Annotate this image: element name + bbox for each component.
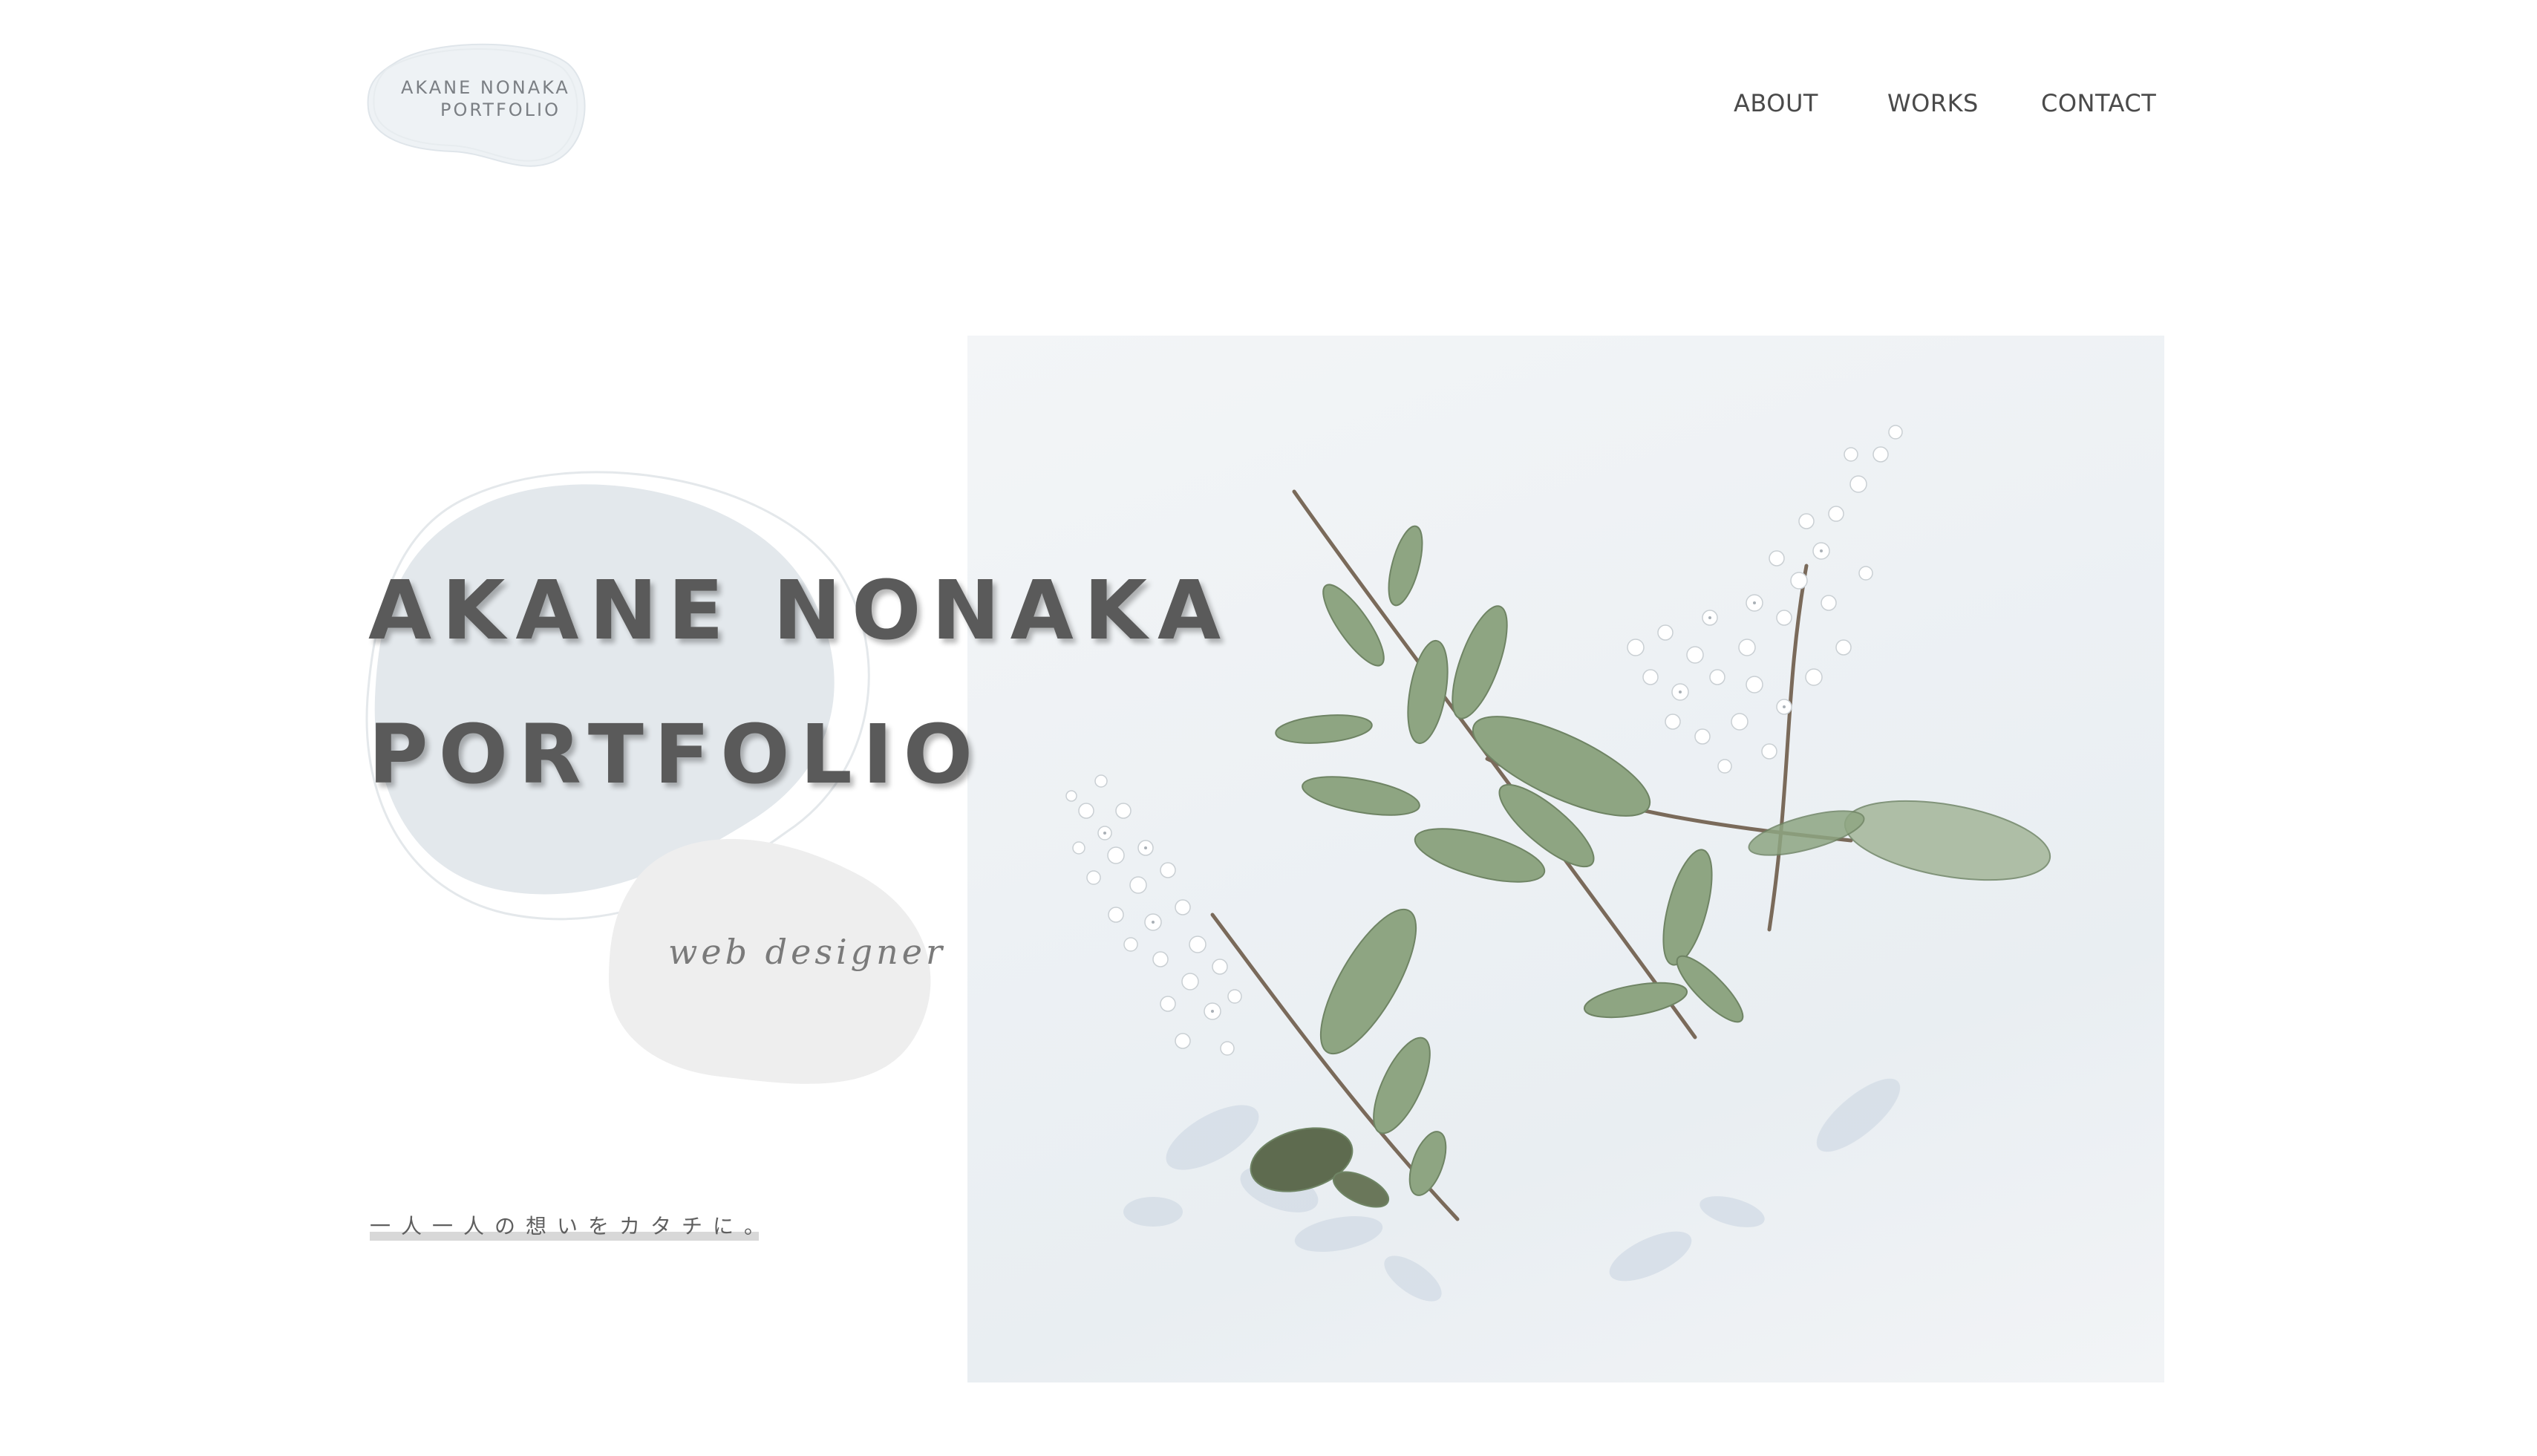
nav-link-about[interactable]: ABOUT	[1734, 89, 1818, 117]
logo-text-line1: AKANE NONAKA	[401, 77, 570, 98]
site-logo[interactable]: AKANE NONAKA PORTFOLIO	[364, 34, 594, 168]
flower-branch-icon	[1065, 425, 2051, 1302]
page: AKANE NONAKA PORTFOLIO ABOUT WORKS CONTA…	[0, 0, 2537, 1456]
hero-image	[967, 336, 2164, 1382]
hero-title-line1: AKANE NONAKA	[368, 563, 1232, 658]
hero-title-line2: PORTFOLIO	[368, 707, 984, 802]
hero-tagline: 一人一人の想いをカタチに。	[370, 1214, 776, 1238]
logo-text-line2: PORTFOLIO	[440, 99, 561, 120]
main-nav: ABOUT WORKS CONTACT	[1671, 89, 2175, 126]
hero-subtitle: web designer	[668, 932, 946, 972]
nav-link-contact[interactable]: CONTACT	[2041, 89, 2156, 117]
nav-link-works[interactable]: WORKS	[1887, 89, 1979, 117]
